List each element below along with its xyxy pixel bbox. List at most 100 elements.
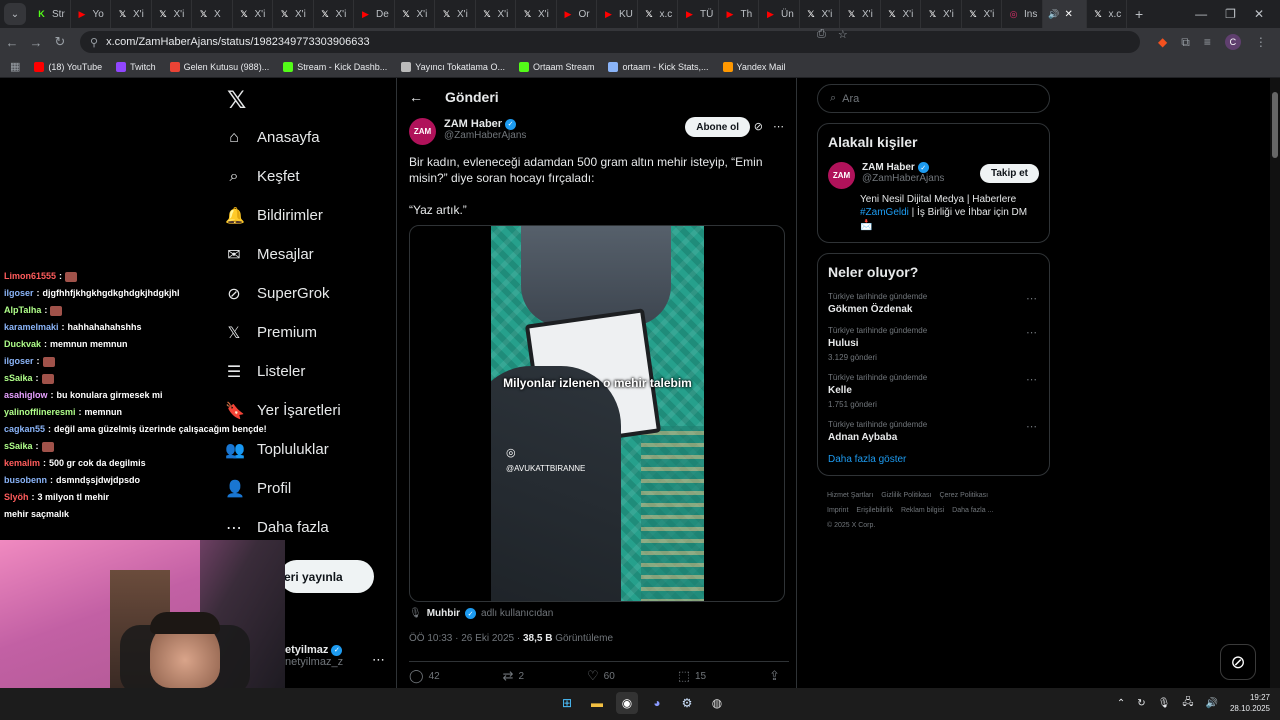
media-control-icon[interactable]: ≡ [1204,35,1211,49]
close-icon[interactable]: ✕ [1065,9,1073,20]
kebab-menu-icon[interactable]: ⋮ [1255,35,1267,49]
footer-link[interactable]: Imprint [827,507,848,514]
site-info-icon[interactable]: ⚲ [90,36,98,49]
browser-tab[interactable]: 𝕏 X'i [921,0,962,28]
sync-icon[interactable]: ↻ [1137,698,1145,709]
obs-icon[interactable]: ◍ [706,692,728,714]
browser-tab[interactable]: 𝕏x.c [638,0,678,28]
browser-tab[interactable]: ◎ Ins [1002,0,1043,28]
chrome-icon[interactable]: ◉ [616,692,638,714]
footer-link[interactable]: Gizlilik Politikası [881,492,931,499]
grok-button[interactable]: ⊘ [1220,644,1256,680]
more-icon[interactable]: ⋯ [1026,420,1037,433]
steam-icon[interactable]: ⚙ [676,692,698,714]
browser-tab[interactable]: 𝕏 X'i [395,0,435,28]
puzzle-icon[interactable]: ⧉ [1181,35,1190,50]
browser-tab[interactable]: ▶ TÜ [678,0,719,28]
post-action[interactable]: ⬚ 15 [678,668,706,684]
x-logo-icon[interactable]: 𝕏 [227,86,385,118]
bookmark-item[interactable]: (18) YouTube [34,61,102,72]
hashtag-link[interactable]: #ZamGeldi [860,207,909,218]
related-handle[interactable]: @ZamHaberAjans [862,173,944,184]
browser-tab[interactable]: K Str [30,0,71,28]
extension-icon[interactable]: ◆ [1158,35,1167,49]
bookmark-item[interactable]: Ortaam Stream [518,61,594,72]
author-name[interactable]: ZAM Haber [444,118,502,130]
address-bar[interactable]: ⚲ x.com/ZamHaberAjans/status/19823497733… [80,28,1140,53]
more-icon[interactable]: ⋯ [1026,292,1037,305]
post-media[interactable]: Milyonlar izlenen o mehir talebim ◎ @AVU… [409,225,785,602]
clock[interactable]: 19:27 28.10.2025 [1230,692,1270,714]
author-handle[interactable]: @ZamHaberAjans [444,130,526,141]
chevron-up-icon[interactable]: ⌃ [1117,698,1125,709]
scrollbar-thumb[interactable] [1272,92,1278,158]
install-app-icon[interactable]: ⎙ [817,28,826,41]
file-explorer-icon[interactable]: ▬ [586,692,608,714]
subscribe-button[interactable]: Abone ol [685,117,750,137]
forward-icon[interactable]: → [24,35,48,50]
search-box[interactable]: ⌕ Ara [817,84,1050,113]
browser-tab[interactable]: 𝕏 X'i [233,0,273,28]
tab-x-com[interactable]: 𝕏 x.c [1087,0,1127,28]
bookmark-item[interactable]: Yandex Mail [722,61,785,72]
bookmark-item[interactable]: Stream - Kick Dashb... [283,61,387,72]
post-action[interactable]: ⇄ 2 [503,668,524,684]
post-action[interactable]: ♡ 60 [587,668,615,684]
more-icon[interactable]: ⋯ [372,652,385,668]
trend-item[interactable]: Türkiye tarihinde gündemde Adnan Aybaba ⋯ [828,420,1039,443]
microphone-icon[interactable]: 🎙 [1158,698,1171,709]
windows-start-icon[interactable]: ⊞ [556,692,578,714]
bookmark-item[interactable]: Gelen Kutusu (988)... [169,61,269,72]
reload-icon[interactable]: ↻ [48,34,72,50]
nav-item[interactable]: ⌕ Keşfet [225,157,385,196]
browser-tab[interactable]: 𝕏 X'i [800,0,840,28]
close-window-icon[interactable]: ✕ [1254,7,1264,21]
browser-tab[interactable]: 𝕏 X'i [516,0,557,28]
bookmark-item[interactable]: Yayıncı Tokatlama O... [401,61,505,72]
back-arrow-icon[interactable]: ← [409,89,423,105]
footer-link[interactable]: Hizmet Şartları [827,492,873,499]
footer-link[interactable]: Erişilebilirlik [856,507,893,514]
minimize-icon[interactable]: — [1195,7,1207,21]
apps-grid-icon[interactable]: ▦ [10,60,20,73]
author-avatar[interactable]: ZAM [409,118,436,145]
nav-item[interactable]: ⌂ Anasayfa [225,118,385,157]
footer-link[interactable]: Daha fazla ... [952,507,993,514]
tab-active[interactable]: 🔊 ✕ [1042,0,1087,28]
network-icon[interactable]: 🖧 [1182,695,1193,712]
volume-icon[interactable]: 🔊 [1206,698,1218,709]
tab-search-button[interactable]: ⌄ [4,3,26,25]
post-action[interactable]: ⇪ [769,668,785,684]
maximize-icon[interactable]: ❐ [1225,7,1236,21]
profile-avatar[interactable]: C [1224,34,1241,50]
browser-tab[interactable]: ▶ KU [597,0,638,28]
post-button[interactable]: eri yayınla [280,560,374,593]
browser-tab[interactable]: 𝕏 X'i [840,0,881,28]
discord-icon[interactable]: ◕ [646,692,668,714]
more-icon[interactable]: ⋯ [773,120,784,133]
browser-tab[interactable]: 𝕏 X'i [962,0,1002,28]
more-icon[interactable]: ⋯ [1026,373,1037,386]
new-tab-button[interactable]: + [1127,6,1151,22]
trend-item[interactable]: Türkiye tarihinde gündemde Gökmen Özdenak… [828,292,1039,315]
search-input[interactable]: Ara [842,93,859,105]
related-name[interactable]: ZAM Haber [862,162,915,173]
browser-tab[interactable]: ▶ De [354,0,395,28]
related-avatar[interactable]: ZAM [828,162,855,189]
browser-tab[interactable]: ▶ Th [719,0,759,28]
post-action[interactable]: ◯ 42 [409,668,440,684]
nav-item[interactable]: 🔔 Bildirimler [225,196,385,235]
browser-tab[interactable]: 𝕏 X'i [273,0,314,28]
footer-link[interactable]: Reklam bilgisi [901,507,944,514]
browser-tab[interactable]: 𝕏 X'i [314,0,354,28]
bookmark-item[interactable]: ortaam - Kick Stats,... [608,61,709,72]
more-icon[interactable]: ⋯ [1026,326,1037,339]
video-player[interactable]: Milyonlar izlenen o mehir talebim ◎ @AVU… [491,226,704,601]
browser-tab[interactable]: 𝕏 X'i [476,0,516,28]
star-icon[interactable]: ☆ [838,28,848,41]
trend-item[interactable]: Türkiye tarihinde gündemde Hulusi 3.129 gö… [828,326,1039,362]
browser-tab[interactable]: 𝕏 X'i [881,0,921,28]
footer-link[interactable]: Çerez Politikası [939,492,988,499]
browser-tab[interactable]: ▶ Or [557,0,597,28]
browser-tab[interactable]: 𝕏 X'i [111,0,152,28]
